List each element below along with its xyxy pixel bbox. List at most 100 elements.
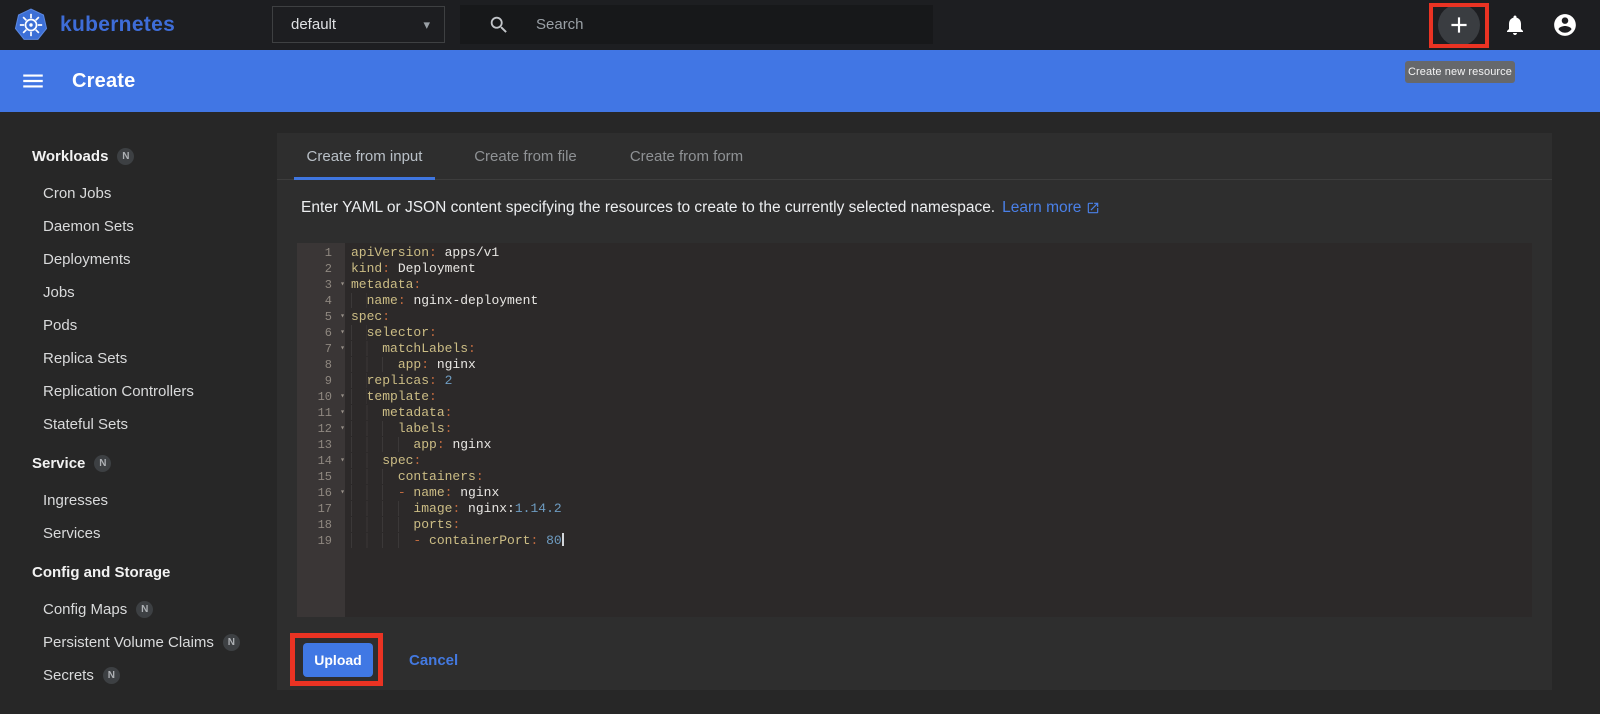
cancel-button[interactable]: Cancel	[409, 652, 458, 669]
create-resource-button[interactable]	[1438, 4, 1480, 46]
sidebar-item-pods[interactable]: Pods	[0, 309, 277, 342]
appbar: Create	[0, 50, 1600, 112]
hamburger-icon	[23, 74, 43, 88]
editor-gutter-cell: 14 ▾	[297, 453, 345, 469]
code-line: 16 ▾ - name: nginx	[297, 485, 1532, 501]
sidebar-item-secrets[interactable]: Secrets N	[0, 659, 277, 692]
indent-guides	[351, 405, 383, 420]
sidebar-item-label: Deployments	[43, 251, 131, 268]
code-text: image: nginx:1.14.2	[345, 501, 562, 517]
learn-more-link[interactable]: Learn more	[1002, 199, 1100, 217]
tab-label: Create from file	[474, 148, 577, 165]
sidebar-item-ingresses[interactable]: Ingresses	[0, 484, 277, 517]
line-number: 17	[317, 502, 332, 516]
sidebar-item-label: Ingresses	[43, 492, 109, 509]
code-text: containers:	[345, 469, 484, 485]
account-button[interactable]	[1544, 4, 1586, 46]
code-line: 13 app: nginx	[297, 437, 1532, 453]
editor-gutter-cell: 8	[297, 357, 345, 373]
indent-guides	[351, 325, 367, 340]
line-number: 19	[317, 534, 332, 548]
search-input[interactable]	[536, 5, 916, 44]
indent-guides	[351, 341, 383, 356]
yaml-editor[interactable]: 1 apiVersion: apps/v1 2 kind: Deployment 3 ▾ m…	[297, 243, 1532, 617]
fold-toggle-icon[interactable]: ▾	[340, 312, 345, 322]
line-number: 10	[317, 390, 332, 404]
fold-toggle-icon[interactable]: ▾	[340, 408, 345, 418]
sidebar-item-replication-controllers[interactable]: Replication Controllers	[0, 375, 277, 408]
notifications-button[interactable]	[1494, 4, 1536, 46]
sidebar-item-jobs[interactable]: Jobs	[0, 276, 277, 309]
code-line: 8 app: nginx	[297, 357, 1532, 373]
sidebar-section-label: Config and Storage	[32, 563, 171, 581]
page-title: Create	[72, 69, 136, 92]
namespace-value: default	[291, 16, 337, 33]
code-line: 7 ▾ matchLabels:	[297, 341, 1532, 357]
code-line: 17 image: nginx:1.14.2	[297, 501, 1532, 517]
code-text: selector:	[345, 325, 437, 341]
tooltip-create-new-resource: Create new resource	[1405, 61, 1515, 83]
sidebar-item-persistent-volume-claims[interactable]: Persistent Volume Claims N	[0, 626, 277, 659]
sidebar-item-config-maps[interactable]: Config Maps N	[0, 593, 277, 626]
tab-bar: Create from input Create from file Create …	[277, 133, 1552, 180]
fold-toggle-icon[interactable]: ▾	[340, 328, 345, 338]
fold-toggle-icon[interactable]: ▾	[340, 344, 345, 354]
code-line: 11 ▾ metadata:	[297, 405, 1532, 421]
code-text: matchLabels:	[345, 341, 476, 357]
fold-toggle-icon[interactable]: ▾	[340, 392, 345, 402]
code-line: 14 ▾ spec:	[297, 453, 1532, 469]
code-line: 4 name: nginx-deployment	[297, 293, 1532, 309]
sidebar-item-daemon-sets[interactable]: Daemon Sets	[0, 210, 277, 243]
editor-gutter-cell: 19	[297, 533, 345, 549]
editor-gutter-cell: 16 ▾	[297, 485, 345, 501]
sidebar-section-workloads: Workloads N	[0, 144, 277, 168]
sidebar-item-services[interactable]: Services	[0, 517, 277, 550]
line-number: 16	[317, 486, 332, 500]
sidebar-section-config-and-storage: Config and Storage	[0, 560, 277, 584]
tab-label: Create from input	[306, 148, 423, 165]
editor-gutter-cell: 17	[297, 501, 345, 517]
fold-toggle-icon[interactable]: ▾	[340, 456, 345, 466]
form-actions: Upload Cancel	[290, 633, 458, 686]
menu-button[interactable]	[20, 68, 46, 94]
sidebar-section-label: Service	[32, 454, 86, 472]
editor-gutter-cell: 3 ▾	[297, 277, 345, 293]
tab-create-from-form[interactable]: Create from form	[606, 133, 767, 180]
fold-toggle-icon[interactable]: ▾	[340, 424, 345, 434]
line-number: 6	[324, 326, 332, 340]
sidebar-item-label: Cron Jobs	[43, 185, 112, 202]
code-line: 1 apiVersion: apps/v1	[297, 245, 1532, 261]
editor-gutter-cell: 11 ▾	[297, 405, 345, 421]
code-line: 2 kind: Deployment	[297, 261, 1532, 277]
fold-toggle-icon[interactable]: ▾	[340, 488, 345, 498]
chevron-down-icon: ▾	[423, 16, 430, 32]
indent-guides	[351, 453, 383, 468]
code-text: metadata:	[351, 277, 422, 292]
text-cursor	[561, 533, 564, 546]
namespace-selector[interactable]: default ▾	[272, 6, 445, 43]
code-line: 5 ▾ spec:	[297, 309, 1532, 325]
namespaced-badge: N	[117, 147, 135, 165]
topbar: kubernetes default ▾	[0, 0, 1600, 50]
tab-create-from-file[interactable]: Create from file	[445, 133, 606, 180]
editor-gutter-cell: 13	[297, 437, 345, 453]
upload-button[interactable]: Upload	[303, 643, 373, 677]
code-text: app: nginx	[345, 437, 491, 453]
create-panel: Create from input Create from file Create …	[277, 133, 1552, 690]
brand-home-link[interactable]: kubernetes	[14, 7, 175, 43]
code-text: ports:	[345, 517, 460, 533]
fold-toggle-icon[interactable]: ▾	[340, 280, 345, 290]
indent-guides	[351, 421, 398, 436]
external-link-icon	[1088, 202, 1099, 214]
sidebar-item-stateful-sets[interactable]: Stateful Sets	[0, 408, 277, 441]
tab-create-from-input[interactable]: Create from input	[284, 133, 445, 180]
editor-gutter-cell: 12 ▾	[297, 421, 345, 437]
sidebar-item-cron-jobs[interactable]: Cron Jobs	[0, 177, 277, 210]
sidebar-item-deployments[interactable]: Deployments	[0, 243, 277, 276]
sidebar-item-label: Replica Sets	[43, 350, 128, 367]
sidebar-item-replica-sets[interactable]: Replica Sets	[0, 342, 277, 375]
code-line: 18 ports:	[297, 517, 1532, 533]
indent-guides	[351, 357, 398, 372]
kubernetes-logo-icon	[14, 8, 48, 40]
line-number: 7	[324, 342, 332, 356]
